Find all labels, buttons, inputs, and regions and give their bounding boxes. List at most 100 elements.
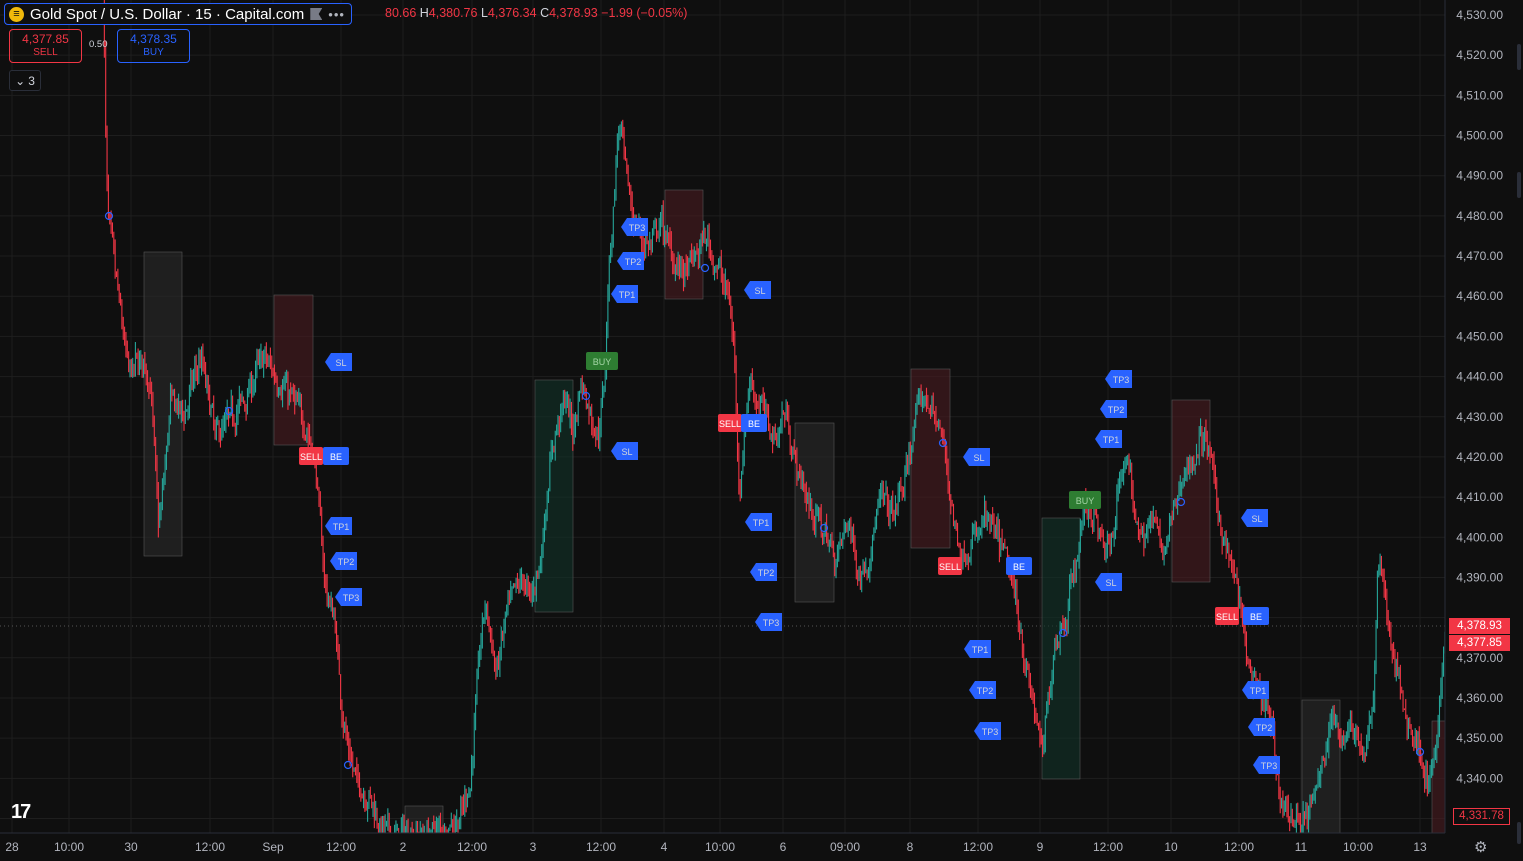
- signal-tp1: TP1: [611, 285, 638, 303]
- tag-text: TP3: [1261, 761, 1278, 771]
- price-axis-label: 4,420.00: [1456, 450, 1503, 464]
- price-axis-label: 4,510.00: [1456, 88, 1503, 102]
- time-axis-label: 10:00: [705, 840, 735, 854]
- tag-text: TP1: [1103, 435, 1120, 445]
- price-axis-label: 4,500.00: [1456, 129, 1503, 143]
- ohlc-high-key: H: [419, 6, 429, 20]
- tag-text: SL: [621, 447, 632, 457]
- time-axis-label: 4: [661, 840, 668, 854]
- time-axis-label: 10:00: [54, 840, 84, 854]
- buy-price: 4,378.35: [130, 32, 177, 46]
- gold-coin-icon: ≡: [9, 6, 24, 22]
- buy-button[interactable]: 4,378.35 BUY: [117, 29, 190, 63]
- time-axis-label: 12:00: [1093, 840, 1123, 854]
- signal-tp1: TP1: [964, 640, 991, 658]
- symbol-title[interactable]: Gold Spot / U.S. Dollar · 15 · Capital.c…: [30, 6, 304, 23]
- tag-text: SL: [1251, 514, 1262, 524]
- signal-tp2: TP2: [969, 681, 996, 699]
- trade-zone-box: [1041, 517, 1081, 780]
- trade-zone-box: [794, 422, 835, 603]
- price-chart[interactable]: SL TP1 TP2 TP3 TP3 TP2 TP1 SL SL TP1 TP2 TP3 SL TP1 TP…: [0, 0, 1523, 861]
- bid-price-tag: 4,377.85: [1449, 635, 1510, 651]
- tag-text: TP2: [758, 568, 775, 578]
- buy-label: BUY: [143, 47, 164, 58]
- indicators-toggle-button[interactable]: ⌄ 3: [9, 70, 41, 91]
- signal-be: BE: [323, 447, 349, 465]
- signal-sl: SL: [1241, 509, 1268, 527]
- price-axis-label: 4,400.00: [1456, 530, 1503, 544]
- tag-text: SELL: [939, 562, 961, 572]
- tag-text: TP3: [343, 593, 360, 603]
- time-axis-label: 10: [1164, 840, 1178, 854]
- signal-sell: SELL: [299, 447, 323, 465]
- tag-text: TP2: [1256, 723, 1273, 733]
- symbol-header[interactable]: ≡ Gold Spot / U.S. Dollar · 15 · Capital…: [4, 3, 352, 25]
- signal-tp2: TP2: [750, 563, 777, 581]
- tag-text: TP3: [763, 618, 780, 628]
- trade-zone-box: [1431, 720, 1447, 834]
- signal-tp3: TP3: [621, 218, 648, 236]
- time-axis-label: 10:00: [1343, 840, 1373, 854]
- tag-text: TP2: [625, 257, 642, 267]
- signal-tp3: TP3: [755, 613, 782, 631]
- price-axis-label: 4,340.00: [1456, 771, 1503, 785]
- tradingview-logo[interactable]: 17: [11, 801, 31, 824]
- tag-text: SELL: [1216, 612, 1238, 622]
- time-axis-label: 12:00: [326, 840, 356, 854]
- signal-tp2: TP2: [617, 252, 644, 270]
- flag-icon[interactable]: [310, 8, 323, 20]
- tag-text: TP1: [619, 290, 636, 300]
- price-axis-label: 4,360.00: [1456, 691, 1503, 705]
- signal-be: BE: [1006, 557, 1032, 575]
- time-axis-label: 12:00: [963, 840, 993, 854]
- tag-text: TP3: [1113, 375, 1130, 385]
- ohlc-low: 4,376.34: [487, 6, 537, 20]
- chevron-down-icon: ⌄: [15, 73, 26, 88]
- signal-sell: SELL: [718, 414, 742, 432]
- tag-text: TP1: [753, 518, 770, 528]
- indicator-count: 3: [28, 73, 35, 88]
- price-axis-label: 4,390.00: [1456, 570, 1503, 584]
- ohlc-change: −1.99 (−0.05%): [601, 6, 688, 20]
- price-axis-label: 4,470.00: [1456, 249, 1503, 263]
- more-options-icon[interactable]: •••: [328, 7, 345, 22]
- time-axis-label: 12:00: [195, 840, 225, 854]
- time-axis-label: 3: [530, 840, 537, 854]
- sell-button[interactable]: 4,377.85 SELL: [9, 29, 82, 63]
- tag-text: TP3: [629, 223, 646, 233]
- price-axis-label: 4,430.00: [1456, 410, 1503, 424]
- tag-text: TP2: [338, 557, 355, 567]
- signal-sl: SL: [963, 448, 990, 466]
- signal-sell: SELL: [1215, 607, 1239, 625]
- price-axis-label: 4,350.00: [1456, 731, 1503, 745]
- price-axis-label: 4,450.00: [1456, 329, 1503, 343]
- time-axis-label: 8: [907, 840, 914, 854]
- tag-text: BE: [1250, 612, 1262, 622]
- tag-text: SL: [335, 358, 346, 368]
- signal-sl: SL: [325, 353, 352, 371]
- signal-buy: BUY: [1069, 491, 1101, 509]
- price-axis-label: 4,460.00: [1456, 289, 1503, 303]
- signal-tp3: TP3: [1253, 756, 1280, 774]
- tag-text: SELL: [719, 419, 741, 429]
- tag-text: TP2: [1108, 405, 1125, 415]
- ohlc-close: 4,378.93: [549, 6, 598, 20]
- tag-text: BE: [1013, 562, 1025, 572]
- tag-text: TP1: [333, 522, 350, 532]
- time-axis-label: 6: [780, 840, 787, 854]
- price-axis-label: 4,440.00: [1456, 370, 1503, 384]
- time-axis-label: 11: [1295, 840, 1308, 854]
- tag-text: SELL: [300, 452, 322, 462]
- ohlc-low-key: L: [480, 6, 488, 20]
- ohlc-open: 80.66: [385, 6, 417, 20]
- tag-text: SL: [754, 286, 765, 296]
- signal-sell: SELL: [938, 557, 962, 575]
- tag-text: BUY: [1076, 496, 1095, 506]
- signal-sl: SL: [1095, 573, 1122, 591]
- time-axis-label: 12:00: [586, 840, 616, 854]
- time-axis-label: 2: [400, 840, 407, 854]
- signal-buy: BUY: [586, 352, 618, 370]
- spread-value: 0.50: [89, 39, 108, 50]
- settings-icon[interactable]: ⚙: [1474, 838, 1487, 856]
- tag-text: SL: [1105, 578, 1116, 588]
